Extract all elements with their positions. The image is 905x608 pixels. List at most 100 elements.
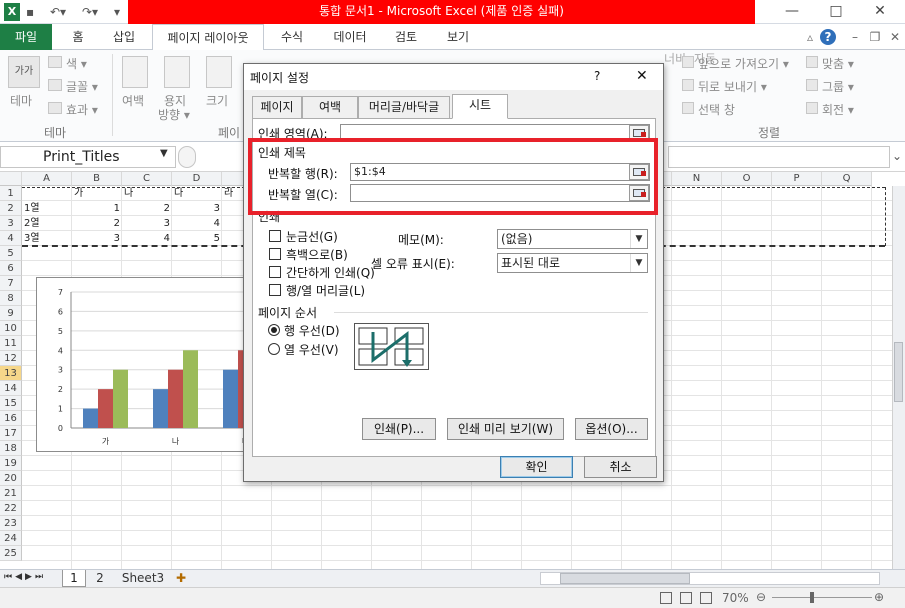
- row-col-headings-label[interactable]: 행/열 머리글(L): [286, 282, 365, 299]
- column-header[interactable]: C: [122, 172, 172, 186]
- theme-effects-button[interactable]: 효과 ▾: [66, 101, 98, 118]
- zoom-slider[interactable]: [772, 597, 872, 598]
- orientation-icon[interactable]: [164, 56, 190, 88]
- tab-review[interactable]: 검토: [386, 24, 426, 50]
- doc-close-icon[interactable]: ✕: [886, 24, 904, 50]
- sheet-nav-arrows-icon[interactable]: ⏮◀▶⏭: [4, 572, 46, 582]
- sheet-tab-1[interactable]: 1: [62, 570, 86, 587]
- print-preview-button[interactable]: 인쇄 미리 보기(W): [447, 418, 564, 440]
- cell[interactable]: 3: [124, 216, 170, 231]
- dialog-tab-margins[interactable]: 여백: [302, 96, 358, 118]
- row-header[interactable]: 1: [0, 186, 22, 201]
- gridlines-checkbox[interactable]: [269, 230, 281, 242]
- formula-expand-icon[interactable]: ⌄: [892, 149, 902, 163]
- doc-minimize-icon[interactable]: –: [846, 24, 864, 50]
- cell[interactable]: 4: [124, 231, 170, 246]
- select-all-corner[interactable]: [0, 172, 22, 186]
- row-header[interactable]: 17: [0, 426, 22, 441]
- gridlines-label[interactable]: 눈금선(G): [286, 228, 338, 245]
- column-header[interactable]: D: [172, 172, 222, 186]
- group-button[interactable]: 그룹 ▾: [822, 78, 854, 95]
- dialog-close-button[interactable]: ✕: [636, 68, 648, 84]
- ok-button[interactable]: 확인: [500, 456, 573, 478]
- row-header[interactable]: 21: [0, 486, 22, 501]
- theme-colors-button[interactable]: 색 ▾: [66, 55, 87, 72]
- cell-errors-select[interactable]: 표시된 대로 ▼: [497, 253, 648, 273]
- align-button[interactable]: 맞춤 ▾: [822, 55, 854, 72]
- size-icon[interactable]: [206, 56, 232, 88]
- undo-icon[interactable]: ↶▾: [50, 3, 66, 21]
- row-header[interactable]: 20: [0, 471, 22, 486]
- row-header[interactable]: 12: [0, 351, 22, 366]
- row-header[interactable]: 8: [0, 291, 22, 306]
- selection-pane-button[interactable]: 선택 창: [698, 101, 735, 118]
- page-break-view-icon[interactable]: [700, 592, 712, 604]
- row-header[interactable]: 10: [0, 321, 22, 336]
- cell[interactable]: 2열: [24, 216, 70, 231]
- cell[interactable]: 1: [74, 201, 120, 216]
- cell[interactable]: 3열: [24, 231, 70, 246]
- theme-fonts-button[interactable]: 글꼴 ▾: [66, 78, 98, 95]
- row-header[interactable]: 4: [0, 231, 22, 246]
- row-header[interactable]: 11: [0, 336, 22, 351]
- formula-input[interactable]: [668, 146, 890, 168]
- row-header[interactable]: 5: [0, 246, 22, 261]
- help-icon[interactable]: ?: [820, 29, 836, 45]
- column-header[interactable]: Q: [822, 172, 872, 186]
- row-col-headings-checkbox[interactable]: [269, 284, 281, 296]
- name-box[interactable]: Print_Titles: [0, 146, 176, 168]
- normal-view-icon[interactable]: [660, 592, 672, 604]
- cell[interactable]: 3: [174, 201, 220, 216]
- bring-forward-button[interactable]: 앞으로 가져오기 ▾: [698, 55, 789, 72]
- cell[interactable]: 2: [74, 216, 120, 231]
- page-layout-view-icon[interactable]: [680, 592, 692, 604]
- row-header[interactable]: 2: [0, 201, 22, 216]
- vertical-scroll-thumb[interactable]: [894, 342, 903, 402]
- cell[interactable]: 5: [174, 231, 220, 246]
- column-header[interactable]: B: [72, 172, 122, 186]
- tab-home[interactable]: 홈: [62, 24, 94, 50]
- dialog-tab-header-footer[interactable]: 머리글/바닥글: [358, 96, 450, 118]
- row-header[interactable]: 13: [0, 366, 22, 381]
- zoom-slider-thumb[interactable]: [810, 592, 814, 603]
- black-white-checkbox[interactable]: [269, 248, 281, 260]
- row-header[interactable]: 25: [0, 546, 22, 561]
- tab-formulas[interactable]: 수식: [272, 24, 312, 50]
- row-header[interactable]: 3: [0, 216, 22, 231]
- cell[interactable]: 가: [74, 186, 120, 201]
- down-then-over-radio[interactable]: [268, 324, 280, 336]
- dialog-tab-page[interactable]: 페이지: [252, 96, 302, 118]
- cell[interactable]: 2: [124, 201, 170, 216]
- excel-icon[interactable]: X: [4, 3, 20, 21]
- zoom-in-icon[interactable]: ⊕: [874, 590, 884, 604]
- close-window-button[interactable]: ✕: [860, 0, 900, 24]
- embedded-chart[interactable]: 01234567가나다: [36, 277, 268, 452]
- options-button[interactable]: 옵션(O)...: [575, 418, 648, 440]
- cell[interactable]: 나: [124, 186, 170, 201]
- zoom-out-icon[interactable]: ⊖: [756, 590, 766, 604]
- row-header[interactable]: 23: [0, 516, 22, 531]
- name-box-dropdown-icon[interactable]: ▼: [160, 148, 168, 159]
- over-then-down-radio[interactable]: [268, 343, 280, 355]
- tab-data[interactable]: 데이터: [324, 24, 376, 50]
- doc-restore-icon[interactable]: ❐: [866, 24, 884, 50]
- dialog-help-button[interactable]: ?: [594, 69, 600, 83]
- zoom-level[interactable]: 70%: [722, 591, 749, 605]
- sheet-tab-2[interactable]: 2: [88, 570, 112, 587]
- tab-view[interactable]: 보기: [438, 24, 478, 50]
- themes-icon[interactable]: 가가: [8, 56, 40, 88]
- print-button[interactable]: 인쇄(P)...: [362, 418, 436, 440]
- row-header[interactable]: 19: [0, 456, 22, 471]
- insert-sheet-icon[interactable]: ✚: [176, 571, 186, 585]
- draft-quality-checkbox[interactable]: [269, 266, 281, 278]
- send-backward-button[interactable]: 뒤로 보내기 ▾: [698, 78, 767, 95]
- row-header[interactable]: 14: [0, 381, 22, 396]
- margins-button[interactable]: 여백: [122, 92, 144, 109]
- row-header[interactable]: 7: [0, 276, 22, 291]
- row-header[interactable]: 18: [0, 441, 22, 456]
- size-button[interactable]: 크기: [206, 92, 228, 109]
- row-header[interactable]: 22: [0, 501, 22, 516]
- row-header[interactable]: 24: [0, 531, 22, 546]
- column-header[interactable]: P: [772, 172, 822, 186]
- cell[interactable]: 4: [174, 216, 220, 231]
